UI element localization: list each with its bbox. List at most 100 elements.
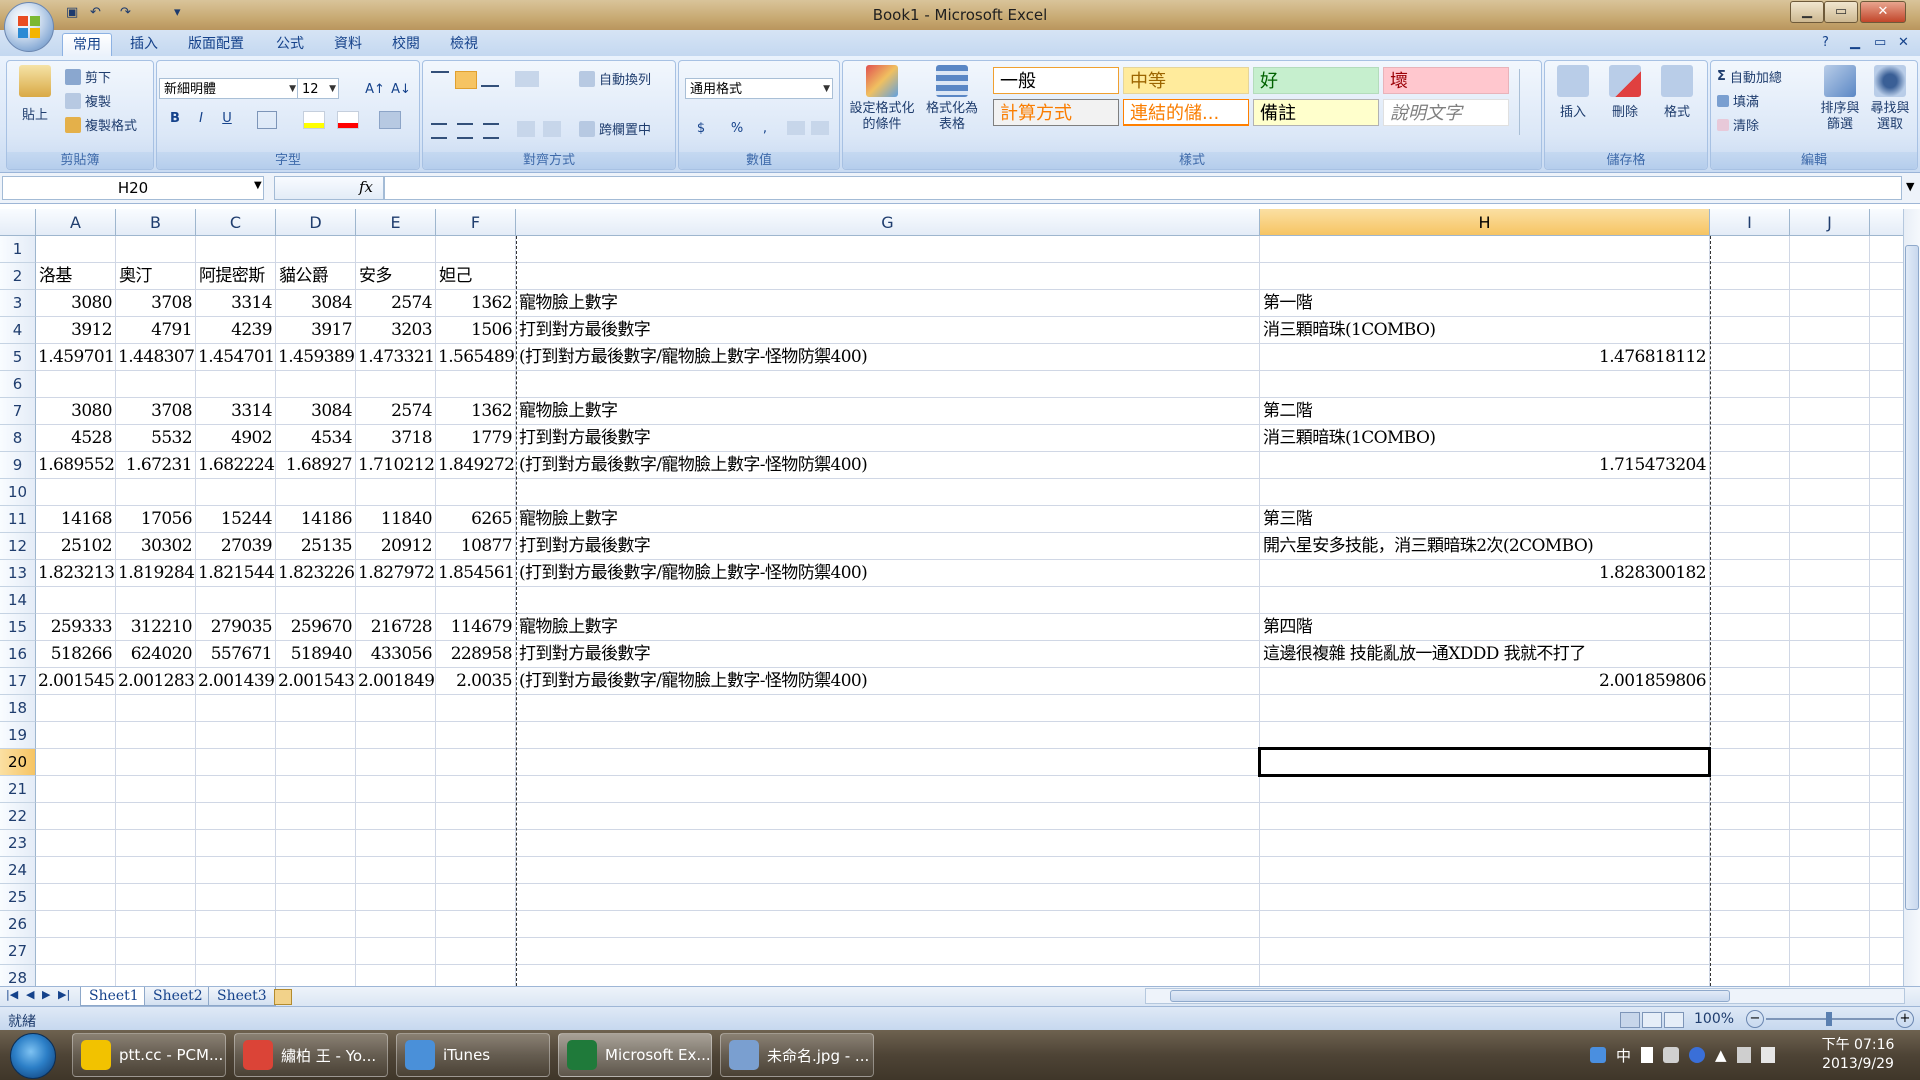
underline-button[interactable]: U [215,107,239,131]
cell-a3[interactable]: 3080 [38,290,112,317]
qat-customize-icon[interactable]: ▾ [174,5,181,23]
sheet-tab-1[interactable]: Sheet1 [80,987,148,1006]
row-header-2[interactable]: 2 [0,263,36,290]
cell-b5[interactable]: 1.448307 [118,344,195,371]
save-icon[interactable]: ▣ [66,5,78,23]
cell-h8[interactable]: 消三顆暗珠(1COMBO) [1263,425,1436,452]
minimize-button[interactable]: ▁ [1790,1,1824,23]
cell-f4[interactable]: 1506 [438,317,512,344]
row-header-9[interactable]: 9 [0,452,36,479]
maximize-button[interactable]: ▭ [1824,1,1858,23]
column-header-b[interactable]: B [116,209,196,236]
cell-a13[interactable]: 1.823213 [38,560,115,587]
taskbar-item-1[interactable]: 繡柏 王 - Yo... [234,1033,388,1077]
align-right-icon[interactable] [483,123,499,139]
column-header-d[interactable]: D [276,209,356,236]
shrink-font-button[interactable]: A↓ [389,78,413,102]
font-name-combo[interactable]: 新細明體 ▼ [159,78,299,99]
cell-d2[interactable]: 貓公爵 [279,263,329,290]
prev-sheet-icon[interactable]: ◀ [26,988,34,1001]
cell-c5[interactable]: 1.454701 [198,344,275,371]
row-header-25[interactable]: 25 [0,884,36,911]
cell-b15[interactable]: 312210 [118,614,193,641]
tab-data[interactable]: 資料 [324,33,372,56]
cell-c2[interactable]: 阿提密斯 [199,263,265,290]
decrease-indent-icon[interactable] [517,121,535,137]
insert-sheet-icon[interactable] [274,989,292,1005]
autosum-button[interactable]: Σ 自動加總 [1717,67,1782,86]
undo-icon[interactable]: ↶ [90,5,101,23]
tab-home[interactable]: 常用 [62,33,112,57]
column-header-h[interactable]: H [1260,209,1710,236]
row-header-12[interactable]: 12 [0,533,36,560]
cell-f15[interactable]: 114679 [438,614,513,641]
cell-f2[interactable]: 妲己 [439,263,472,290]
row-header-15[interactable]: 15 [0,614,36,641]
cell-e17[interactable]: 2.001849 [358,668,435,695]
zoom-slider-handle[interactable] [1826,1012,1832,1026]
align-top-icon[interactable] [431,71,449,87]
cell-b11[interactable]: 17056 [118,506,193,533]
zoom-out-icon[interactable]: − [1746,1010,1764,1028]
cell-b12[interactable]: 30302 [118,533,193,560]
cell-f8[interactable]: 1779 [438,425,512,452]
page-break-view-icon[interactable] [1664,1012,1684,1028]
function-icon[interactable]: fx [359,178,373,196]
cell-h16[interactable]: 這邊很複雜 技能亂放一通XDDD 我就不打了 [1263,641,1586,668]
cell-a5[interactable]: 1.459701 [38,344,115,371]
cell-d3[interactable]: 3084 [278,290,352,317]
cell-b3[interactable]: 3708 [118,290,192,317]
cell-h9[interactable]: 1.715473204 [1262,452,1707,479]
taskbar-item-0[interactable]: ptt.cc - PCM... [72,1033,226,1077]
cell-h3[interactable]: 第一階 [1263,290,1313,317]
cell-a7[interactable]: 3080 [38,398,112,425]
cell-f13[interactable]: 1.854561 [438,560,515,587]
cell-style-6[interactable]: 備註 [1253,99,1379,126]
cut-button[interactable]: 剪下 [65,67,111,86]
column-header-i[interactable]: I [1710,209,1790,236]
row-header-19[interactable]: 19 [0,722,36,749]
italic-button[interactable]: I [189,107,213,131]
taskbar-item-4[interactable]: 未命名.jpg - ... [720,1033,874,1077]
align-center-icon[interactable] [457,123,473,139]
worksheet-grid[interactable]: 洛基 奧汀 阿提密斯 貓公爵 安多 妲己 3080 3708 3314 3084 2574 1362 寵… [36,236,1903,986]
row-header-27[interactable]: 27 [0,938,36,965]
increase-decimal-icon[interactable] [787,121,805,135]
border-icon[interactable] [257,111,277,129]
ime-indicator[interactable]: 中 [1616,1045,1631,1066]
sheet-tab-2[interactable]: Sheet2 [144,987,212,1006]
gallery-scroll-icon[interactable] [1519,69,1534,135]
row-header-3[interactable]: 3 [0,290,36,317]
cell-d8[interactable]: 4534 [278,425,352,452]
merge-center-button[interactable]: 跨欄置中 [579,119,651,138]
cell-b4[interactable]: 4791 [118,317,192,344]
cell-c9[interactable]: 1.682224 [198,452,275,479]
help-icon[interactable]: ? [1822,35,1829,50]
row-header-18[interactable]: 18 [0,695,36,722]
cell-c4[interactable]: 4239 [198,317,272,344]
cell-g4[interactable]: 打到對方最後數字 [519,317,651,344]
row-header-22[interactable]: 22 [0,803,36,830]
horizontal-scroll-thumb[interactable] [1170,990,1730,1002]
cell-g12[interactable]: 打到對方最後數字 [519,533,651,560]
tab-formulas[interactable]: 公式 [266,33,314,56]
cell-g9[interactable]: (打到對方最後數字/寵物臉上數字-怪物防禦400) [519,452,868,479]
cell-f5[interactable]: 1.565489 [438,344,515,371]
paste-button[interactable]: 貼上 [15,65,55,123]
cell-a12[interactable]: 25102 [38,533,113,560]
cell-c13[interactable]: 1.821544 [198,560,275,587]
column-header-c[interactable]: C [196,209,276,236]
cell-e13[interactable]: 1.827972 [358,560,435,587]
cell-f9[interactable]: 1.849272 [438,452,515,479]
tab-page-layout[interactable]: 版面配置 [178,33,254,56]
row-header-23[interactable]: 23 [0,830,36,857]
cell-e9[interactable]: 1.710212 [358,452,435,479]
cell-g16[interactable]: 打到對方最後數字 [519,641,651,668]
column-header-g[interactable]: G [516,209,1260,236]
cell-e11[interactable]: 11840 [358,506,433,533]
cell-style-1[interactable]: 中等 [1123,67,1249,94]
cell-g11[interactable]: 寵物臉上數字 [519,506,618,533]
redo-icon[interactable]: ↷ [120,5,131,23]
cell-g8[interactable]: 打到對方最後數字 [519,425,651,452]
cell-d16[interactable]: 518940 [278,641,353,668]
